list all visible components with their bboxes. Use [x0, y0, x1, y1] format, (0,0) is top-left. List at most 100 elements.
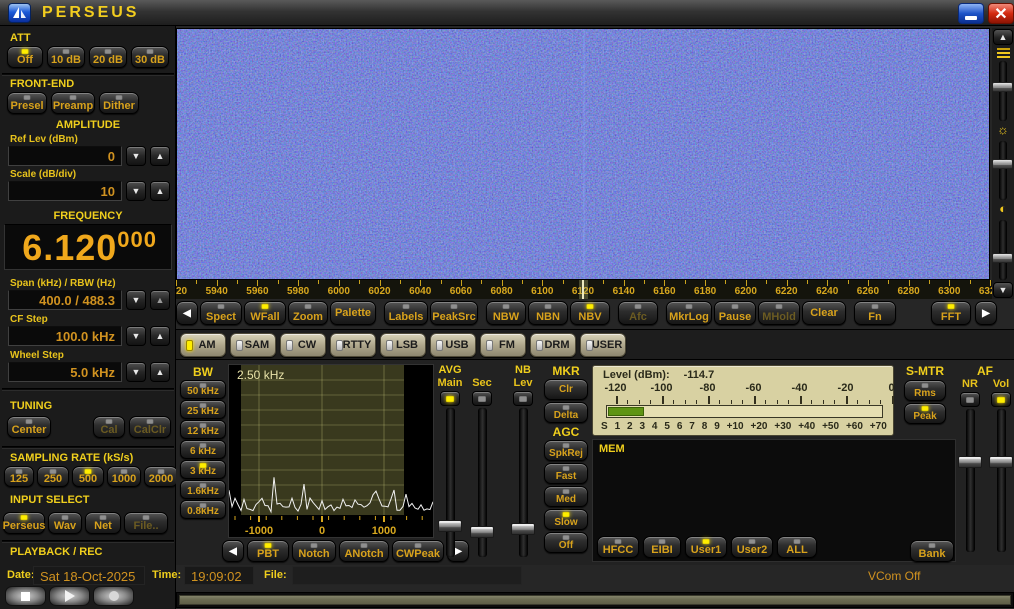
net-button[interactable]: Net	[85, 512, 121, 534]
sam-mode-button[interactable]: SAM	[230, 333, 276, 357]
10-db-button[interactable]: 10 dB	[47, 46, 85, 68]
nbw-button[interactable]: NBW	[486, 301, 526, 325]
nb-lev-slider[interactable]	[519, 408, 528, 557]
scroll-left-button[interactable]: ◀	[176, 301, 198, 325]
brightness-slider-handle[interactable]	[992, 159, 1013, 169]
spect-button[interactable]: Spect	[200, 301, 242, 325]
center-button[interactable]: Center	[7, 416, 51, 438]
speed-slider[interactable]	[999, 61, 1007, 121]
pause-button[interactable]: Pause	[714, 301, 756, 325]
minimize-button[interactable]	[958, 3, 984, 24]
med-button[interactable]: Med	[544, 486, 588, 507]
3-khz-button[interactable]: 3 kHz	[180, 460, 226, 479]
30-db-button[interactable]: 30 dB	[131, 46, 169, 68]
delta-button[interactable]: Delta	[544, 402, 588, 423]
fft-button[interactable]: FFT	[931, 301, 971, 325]
cfstep-field[interactable]: 100.0 kHz	[8, 326, 122, 346]
avg-main-slider-handle[interactable]	[438, 520, 462, 532]
scale-field[interactable]: 10	[8, 181, 122, 201]
nbn-button[interactable]: NBN	[528, 301, 568, 325]
2000-button[interactable]: 2000	[144, 466, 178, 487]
scroll-up-button[interactable]: ▲	[993, 29, 1013, 45]
avg-sec-slider[interactable]	[478, 408, 487, 557]
brightness-slider[interactable]	[999, 141, 1007, 201]
waterfall-display[interactable]	[176, 28, 990, 280]
nb-enable-button[interactable]	[513, 391, 533, 406]
scale-up-button[interactable]: ▲	[150, 181, 170, 201]
notch-button[interactable]: Notch	[292, 540, 336, 562]
clr-button[interactable]: Clr	[544, 379, 588, 400]
wheelstep-down-button[interactable]: ▼	[126, 362, 146, 382]
hfcc-button[interactable]: HFCC	[597, 536, 639, 558]
af-vol-slider-handle[interactable]	[989, 456, 1013, 468]
off-button[interactable]: Off	[7, 46, 43, 68]
slow-button[interactable]: Slow	[544, 509, 588, 530]
rms-button[interactable]: Rms	[904, 380, 946, 401]
frequency-scale[interactable]: 5920594059605980600060206040606060806100…	[176, 280, 992, 299]
app-icon[interactable]	[8, 3, 31, 23]
fast-button[interactable]: Fast	[544, 463, 588, 484]
all-button[interactable]: ALL	[777, 536, 817, 558]
cw-mode-button[interactable]: CW	[280, 333, 326, 357]
nb-lev-slider-handle[interactable]	[511, 523, 535, 535]
anotch-button[interactable]: ANotch	[339, 540, 389, 562]
1000-button[interactable]: 1000	[107, 466, 141, 487]
clear-button[interactable]: Clear	[802, 301, 846, 325]
reflev-up-button[interactable]: ▲	[150, 146, 170, 166]
scroll-right-button[interactable]: ▶	[975, 301, 997, 325]
reflev-field[interactable]: 0	[8, 146, 122, 166]
20-db-button[interactable]: 20 dB	[89, 46, 127, 68]
wheelstep-field[interactable]: 5.0 kHz	[8, 362, 122, 382]
cfstep-down-button[interactable]: ▼	[126, 326, 146, 346]
nbv-button[interactable]: NBV	[570, 301, 610, 325]
preamp-button[interactable]: Preamp	[51, 92, 95, 114]
close-button[interactable]: ✕	[988, 3, 1014, 24]
contrast-slider[interactable]	[999, 220, 1007, 280]
user1-button[interactable]: User1	[685, 536, 727, 558]
zoom-button[interactable]: Zoom	[288, 301, 328, 325]
perseus-button[interactable]: Perseus	[3, 512, 45, 534]
wfall-button[interactable]: WFall	[244, 301, 286, 325]
af-nr-slider-handle[interactable]	[958, 456, 982, 468]
am-mode-button[interactable]: AM	[180, 333, 226, 357]
mkrlog-button[interactable]: MkrLog	[666, 301, 712, 325]
labels-button[interactable]: Labels	[384, 301, 428, 325]
cfstep-up-button[interactable]: ▲	[150, 326, 170, 346]
record-button[interactable]	[93, 586, 134, 606]
0-8khz-button[interactable]: 0.8kHz	[180, 500, 226, 519]
af-nr-slider[interactable]	[966, 409, 975, 552]
lsb-mode-button[interactable]: LSB	[380, 333, 426, 357]
user-mode-button[interactable]: USER	[580, 333, 626, 357]
af-vol-enable-button[interactable]	[991, 392, 1011, 407]
contrast-slider-handle[interactable]	[992, 253, 1013, 263]
recording-progress-bar[interactable]	[176, 592, 1014, 608]
span-field[interactable]: 400.0 / 488.3	[8, 290, 122, 310]
user2-button[interactable]: User2	[731, 536, 773, 558]
12-khz-button[interactable]: 12 kHz	[180, 420, 226, 439]
pbt-button[interactable]: PBT	[247, 540, 289, 562]
125-button[interactable]: 125	[4, 466, 34, 487]
af-vol-slider[interactable]	[997, 409, 1006, 552]
palette-button[interactable]: Palette	[330, 301, 376, 325]
peaksrc-button[interactable]: PeakSrc	[430, 301, 478, 325]
avg-sec-slider-handle[interactable]	[470, 526, 494, 538]
reflev-down-button[interactable]: ▼	[126, 146, 146, 166]
wheelstep-up-button[interactable]: ▲	[150, 362, 170, 382]
25-khz-button[interactable]: 25 kHz	[180, 400, 226, 419]
af-nr-enable-button[interactable]	[960, 392, 980, 407]
500-button[interactable]: 500	[72, 466, 104, 487]
rtty-mode-button[interactable]: RTTY	[330, 333, 376, 357]
speed-slider-handle[interactable]	[992, 82, 1013, 92]
stop-button[interactable]	[5, 586, 46, 606]
usb-mode-button[interactable]: USB	[430, 333, 476, 357]
fn-button[interactable]: Fn	[854, 301, 896, 325]
pbt-scroll-left-button[interactable]: ◀	[222, 540, 244, 562]
scroll-down-button[interactable]: ▼	[993, 282, 1013, 298]
eibi-button[interactable]: EIBI	[643, 536, 681, 558]
250-button[interactable]: 250	[37, 466, 69, 487]
passband-spectrum[interactable]: -1000010002.50 kHz	[228, 364, 434, 538]
span-up-button[interactable]: ▲	[150, 290, 170, 310]
avg-main-slider[interactable]	[446, 408, 455, 557]
frequency-display[interactable]: 6.120000	[4, 224, 172, 270]
avg-main-enable-button[interactable]	[440, 391, 460, 406]
